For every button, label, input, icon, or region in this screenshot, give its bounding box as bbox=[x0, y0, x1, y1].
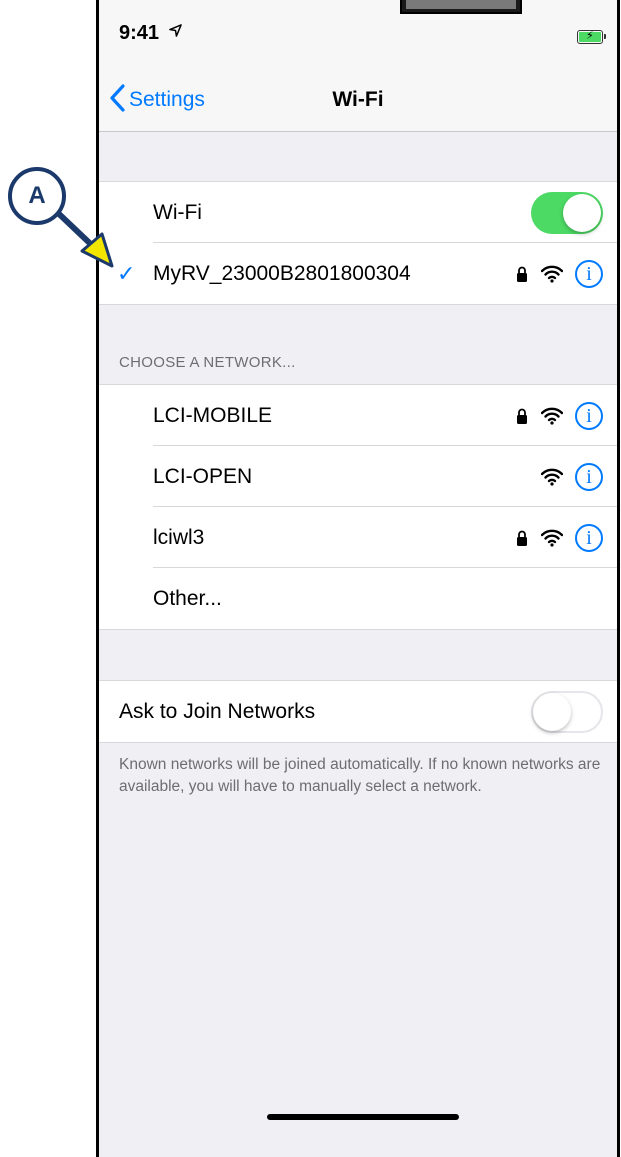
ask-join-group: Ask to Join Networks bbox=[99, 680, 617, 743]
status-time: 9:41 bbox=[119, 22, 160, 44]
ask-join-toggle[interactable] bbox=[531, 690, 603, 733]
status-bar: 9:41 ⚡ bbox=[99, 0, 617, 68]
wifi-signal-icon bbox=[541, 265, 563, 283]
lock-icon bbox=[517, 530, 527, 546]
ask-join-label: Ask to Join Networks bbox=[119, 699, 316, 723]
network-name: LCI-MOBILE bbox=[153, 403, 273, 427]
network-row[interactable]: LCI-MOBILE i bbox=[99, 385, 617, 446]
wifi-signal-icon bbox=[541, 529, 563, 547]
page-title: Wi-Fi bbox=[332, 88, 384, 111]
wifi-toggle[interactable] bbox=[531, 191, 603, 234]
ask-join-row: Ask to Join Networks bbox=[99, 681, 617, 742]
connected-network-row[interactable]: ✓ MyRV_23000B2801800304 i bbox=[99, 243, 617, 304]
wifi-signal-icon bbox=[541, 468, 563, 486]
networks-group: LCI-MOBILE i LCI-OPEN i lciwl3 i Other..… bbox=[99, 384, 617, 630]
home-indicator[interactable] bbox=[267, 1114, 459, 1120]
top-tab bbox=[400, 0, 522, 14]
annotation-label: A bbox=[28, 182, 46, 209]
location-arrow-icon bbox=[169, 24, 182, 42]
annotation-marker: A bbox=[8, 167, 66, 225]
wifi-signal-icon bbox=[541, 407, 563, 425]
lock-icon bbox=[517, 266, 527, 282]
phone-screen: 9:41 ⚡ Settings Wi-Fi Wi-Fi ✓ MyRV_23000… bbox=[96, 0, 620, 1157]
network-row[interactable]: lciwl3 i bbox=[99, 507, 617, 568]
info-icon[interactable]: i bbox=[575, 523, 603, 552]
info-icon[interactable]: i bbox=[575, 462, 603, 491]
other-network-row[interactable]: Other... bbox=[99, 568, 617, 629]
ask-join-description: Known networks will be joined automatica… bbox=[119, 756, 601, 795]
network-row[interactable]: LCI-OPEN i bbox=[99, 446, 617, 507]
network-name: LCI-OPEN bbox=[153, 464, 253, 488]
lock-icon bbox=[517, 408, 527, 424]
battery-charging-icon: ⚡ bbox=[577, 30, 606, 44]
wifi-label: Wi-Fi bbox=[153, 200, 202, 224]
info-icon[interactable]: i bbox=[575, 401, 603, 430]
network-name: lciwl3 bbox=[153, 525, 205, 549]
checkmark-icon: ✓ bbox=[117, 260, 136, 286]
section-header: CHOOSE A NETWORK... bbox=[119, 354, 296, 371]
wifi-group: Wi-Fi ✓ MyRV_23000B2801800304 i bbox=[99, 181, 617, 305]
network-name: MyRV_23000B2801800304 bbox=[153, 261, 411, 285]
wifi-toggle-row: Wi-Fi bbox=[99, 182, 617, 243]
other-label: Other... bbox=[153, 586, 222, 610]
navigation-bar: Settings Wi-Fi bbox=[99, 68, 617, 132]
info-icon[interactable]: i bbox=[575, 259, 603, 288]
